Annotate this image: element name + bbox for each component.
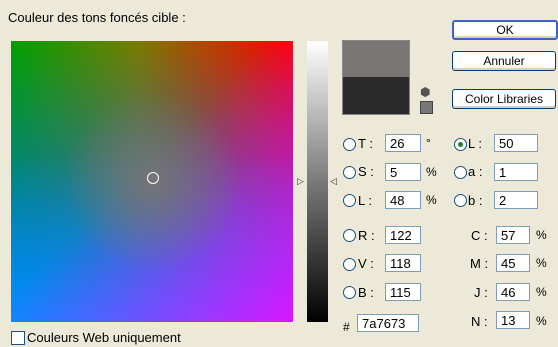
hue-input[interactable]: 26 — [385, 134, 421, 152]
color-picker-cursor[interactable] — [147, 172, 159, 184]
green-input[interactable]: 118 — [385, 254, 421, 272]
web-colors-only-checkbox[interactable] — [11, 331, 25, 345]
green-label: V : — [358, 256, 374, 271]
green-radio[interactable] — [343, 258, 356, 271]
lab-l-label: L : — [468, 136, 482, 151]
color-libraries-button[interactable]: Color Libraries — [452, 89, 556, 109]
lab-b-input[interactable]: 2 — [494, 191, 538, 209]
hex-label: # — [343, 320, 350, 334]
saturation-radio[interactable] — [343, 166, 356, 179]
yellow-input[interactable]: 46 — [496, 283, 530, 301]
lab-l-radio[interactable] — [454, 138, 467, 151]
lab-b-label: b : — [468, 193, 483, 208]
black-unit: % — [536, 314, 547, 328]
hue-unit: ° — [426, 136, 431, 150]
web-safe-color-swatch[interactable] — [420, 101, 433, 114]
black-input[interactable]: 13 — [496, 311, 530, 329]
red-label: R : — [358, 228, 375, 243]
brightness-label: L : — [358, 193, 372, 208]
hex-input[interactable]: 7a7673 — [357, 314, 419, 332]
slider-left-arrow-icon[interactable]: ◁ — [330, 177, 337, 186]
lab-a-radio[interactable] — [454, 166, 467, 179]
slider-right-arrow-icon[interactable]: ▷ — [297, 177, 304, 186]
hue-slider[interactable] — [307, 41, 328, 322]
hue-radio[interactable] — [343, 138, 356, 151]
blue-input[interactable]: 115 — [385, 283, 421, 301]
magenta-unit: % — [536, 256, 547, 270]
lab-b-radio[interactable] — [454, 194, 467, 207]
web-colors-only-label: Couleurs Web uniquement — [27, 330, 181, 345]
blue-radio[interactable] — [343, 286, 356, 299]
cyan-label: C : — [471, 228, 488, 243]
red-input[interactable]: 122 — [385, 226, 421, 244]
magenta-input[interactable]: 45 — [496, 254, 530, 272]
magenta-label: M : — [470, 256, 489, 271]
lab-l-input[interactable]: 50 — [494, 134, 538, 152]
cancel-button[interactable]: Annuler — [452, 51, 556, 71]
hue-label: T : — [358, 136, 373, 151]
blue-label: B : — [358, 285, 374, 300]
cyan-input[interactable]: 57 — [496, 226, 530, 244]
dialog-title: Couleur des tons foncés cible : — [8, 10, 186, 25]
yellow-label: J : — [474, 285, 488, 300]
cyan-unit: % — [536, 228, 547, 242]
saturation-input[interactable]: 5 — [385, 163, 421, 181]
yellow-unit: % — [536, 285, 547, 299]
brightness-input[interactable]: 48 — [385, 191, 421, 209]
brightness-radio[interactable] — [343, 194, 356, 207]
color-field[interactable] — [11, 41, 293, 322]
saturation-unit: % — [426, 165, 437, 179]
black-label: N : — [471, 314, 488, 329]
lab-a-label: a : — [468, 164, 483, 179]
cube-icon[interactable]: ⬢ — [420, 86, 430, 98]
lab-a-input[interactable]: 1 — [494, 163, 538, 181]
brightness-unit: % — [426, 193, 437, 207]
saturation-label: S : — [358, 164, 374, 179]
ok-button[interactable]: OK — [452, 20, 558, 40]
swatch-frame — [342, 40, 410, 115]
red-radio[interactable] — [343, 229, 356, 242]
